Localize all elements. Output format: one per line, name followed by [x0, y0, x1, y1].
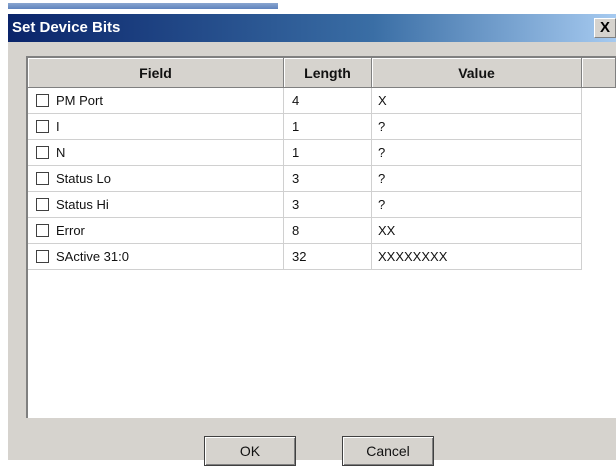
table-row[interactable]: N 1? [28, 140, 588, 166]
value-cell[interactable]: ? [372, 114, 582, 140]
row-checkbox[interactable] [36, 120, 49, 133]
field-cell: PM Port [28, 88, 284, 114]
length-cell: 32 [284, 244, 372, 270]
field-name: N [56, 145, 66, 160]
table-row[interactable]: SActive 31:0 32 XXXXXXXX [28, 244, 588, 270]
field-cell: Status Hi [28, 192, 284, 218]
length-cell: 3 [284, 192, 372, 218]
row-checkbox[interactable] [36, 146, 49, 159]
ok-button[interactable]: OK [204, 436, 296, 466]
length-cell: 4 [284, 88, 372, 114]
field-name: Status Hi [56, 197, 109, 212]
field-name: Status Lo [56, 171, 111, 186]
table-row[interactable]: Error 8 XX [28, 218, 588, 244]
field-cell: N [28, 140, 284, 166]
column-header-filler [582, 58, 616, 88]
row-checkbox[interactable] [36, 172, 49, 185]
cancel-button[interactable]: Cancel [342, 436, 434, 466]
field-name: Error [56, 223, 85, 238]
field-name: I [56, 119, 60, 134]
column-header-value[interactable]: Value [372, 58, 582, 88]
table-row[interactable]: Status Lo 3? [28, 166, 588, 192]
background-title-bar [8, 3, 278, 9]
value-cell[interactable]: ? [372, 140, 582, 166]
value-cell[interactable]: X [372, 88, 582, 114]
length-cell: 8 [284, 218, 372, 244]
bits-grid[interactable]: Field Length Value PM Port 4 X I 1? N 1? Status… [26, 56, 616, 418]
length-cell: 1 [284, 140, 372, 166]
table-row[interactable]: PM Port 4 X [28, 88, 588, 114]
field-cell: Error [28, 218, 284, 244]
field-cell: I [28, 114, 284, 140]
value-cell[interactable]: XXXXXXXX [372, 244, 582, 270]
dialog-title: Set Device Bits [12, 19, 121, 36]
field-name: PM Port [56, 93, 103, 108]
table-row[interactable]: Status Hi 3? [28, 192, 588, 218]
length-cell: 3 [284, 166, 372, 192]
row-checkbox[interactable] [36, 94, 49, 107]
set-device-bits-dialog: Set Device Bits X Field Length Value PM … [8, 14, 616, 466]
column-header-field[interactable]: Field [28, 58, 284, 88]
value-cell[interactable]: ? [372, 192, 582, 218]
length-cell: 1 [284, 114, 372, 140]
title-bar[interactable]: Set Device Bits [8, 14, 616, 42]
row-checkbox[interactable] [36, 224, 49, 237]
row-checkbox[interactable] [36, 250, 49, 263]
close-button[interactable]: X [594, 18, 616, 38]
field-cell: SActive 31:0 [28, 244, 284, 270]
row-checkbox[interactable] [36, 198, 49, 211]
value-cell[interactable]: ? [372, 166, 582, 192]
field-cell: Status Lo [28, 166, 284, 192]
column-header-length[interactable]: Length [284, 58, 372, 88]
value-cell[interactable]: XX [372, 218, 582, 244]
background-window-strip [0, 0, 616, 14]
field-name: SActive 31:0 [56, 249, 129, 264]
table-row[interactable]: I 1? [28, 114, 588, 140]
